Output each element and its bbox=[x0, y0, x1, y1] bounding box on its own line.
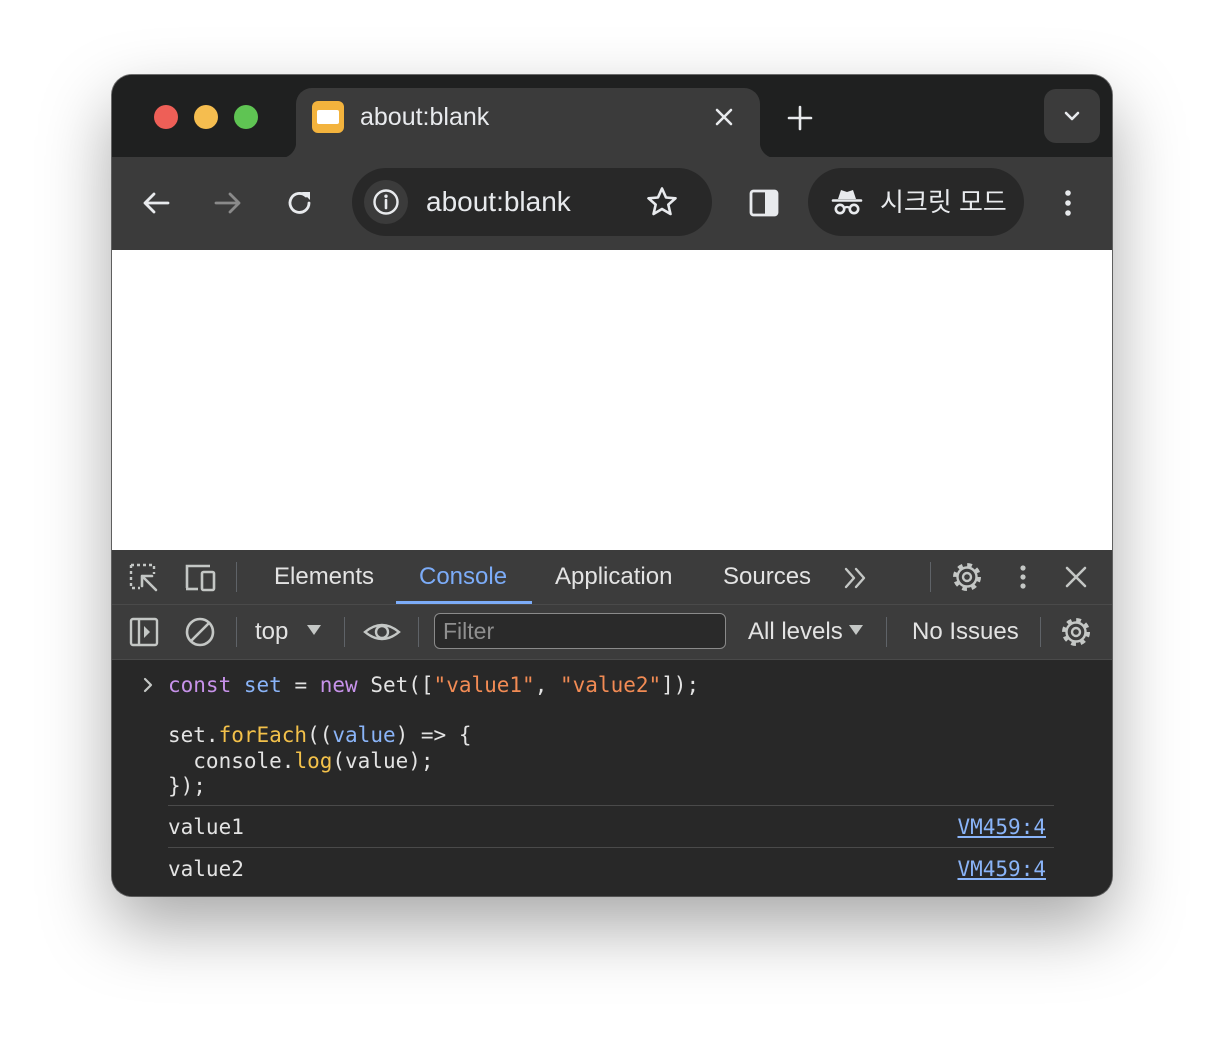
code-token: "value2" bbox=[560, 673, 662, 697]
browser-tab[interactable]: about:blank bbox=[280, 88, 776, 158]
console-log-row: value2 VM459:4 bbox=[168, 847, 1054, 889]
active-tab-indicator bbox=[396, 601, 532, 604]
filter-input[interactable] bbox=[434, 613, 726, 649]
info-icon bbox=[373, 189, 399, 215]
new-tab-icon[interactable] bbox=[782, 100, 818, 136]
console-output: const set = new Set(["value1", "value2"]… bbox=[112, 660, 1112, 896]
code-line: console.log(value); bbox=[168, 748, 434, 774]
tab-search-button[interactable] bbox=[1044, 89, 1100, 143]
issues-counter[interactable]: No Issues bbox=[912, 618, 1019, 646]
source-link[interactable]: VM459:4 bbox=[957, 856, 1046, 882]
code-token: }); bbox=[168, 774, 206, 798]
code-token: ) => { bbox=[395, 723, 472, 747]
tab-divider bbox=[236, 562, 237, 592]
tab-divider bbox=[930, 562, 931, 592]
browser-toolbar: about:blank 시크릿 모드 bbox=[112, 157, 1112, 250]
code-token: (( bbox=[307, 723, 333, 747]
code-line: }); bbox=[168, 773, 206, 799]
maximize-window-button[interactable] bbox=[234, 105, 258, 129]
code-token: ]); bbox=[661, 673, 700, 697]
toolbar-divider bbox=[886, 617, 887, 647]
code-token: = bbox=[281, 673, 320, 697]
tab-title: about:blank bbox=[360, 103, 490, 131]
code-token: const bbox=[168, 673, 232, 697]
toolbar-divider bbox=[418, 617, 419, 647]
devtools-tab-bar: Elements Console Application Sources bbox=[112, 550, 1112, 605]
back-arrow-icon[interactable] bbox=[136, 183, 176, 223]
levels-dropdown-icon[interactable] bbox=[848, 623, 864, 637]
devtools-panel: Elements Console Application Sources top… bbox=[112, 550, 1112, 896]
more-menu-icon[interactable] bbox=[1048, 183, 1088, 223]
log-message: value1 bbox=[168, 815, 244, 839]
bookmark-star-icon[interactable] bbox=[644, 184, 680, 220]
tab-elements[interactable]: Elements bbox=[274, 563, 374, 591]
chevron-down-icon bbox=[1064, 111, 1080, 121]
browser-window: about:blank about:blank 시크릿 모드 Elements … bbox=[112, 75, 1112, 896]
tab-sources[interactable]: Sources bbox=[723, 563, 811, 591]
toolbar-divider bbox=[236, 617, 237, 647]
code-token: log bbox=[294, 749, 333, 773]
code-token: forEach bbox=[218, 723, 308, 747]
log-message: value2 bbox=[168, 857, 244, 881]
forward-arrow-icon[interactable] bbox=[208, 183, 248, 223]
console-toolbar: top All levels No Issues bbox=[112, 605, 1112, 660]
code-token: "value1" bbox=[433, 673, 535, 697]
toolbar-divider bbox=[344, 617, 345, 647]
settings-gear-icon[interactable] bbox=[951, 561, 983, 593]
code-line: const set = new Set(["value1", "value2"]… bbox=[168, 672, 699, 698]
more-tabs-chevron-icon[interactable] bbox=[842, 564, 870, 592]
context-selector[interactable]: top bbox=[255, 618, 288, 646]
code-token: value bbox=[332, 723, 396, 747]
code-token: console. bbox=[168, 749, 295, 773]
code-token: Set([ bbox=[357, 673, 434, 697]
context-dropdown-icon[interactable] bbox=[306, 623, 322, 637]
live-expression-eye-icon[interactable] bbox=[363, 616, 401, 648]
tab-application[interactable]: Application bbox=[555, 563, 672, 591]
prompt-chevron-icon bbox=[143, 677, 153, 693]
devtools-menu-icon[interactable] bbox=[1007, 561, 1039, 593]
code-token: , bbox=[534, 673, 560, 697]
minimize-window-button[interactable] bbox=[194, 105, 218, 129]
clear-console-icon[interactable] bbox=[184, 616, 216, 648]
incognito-badge[interactable]: 시크릿 모드 bbox=[808, 168, 1024, 236]
toolbar-divider bbox=[1040, 617, 1041, 647]
reload-icon[interactable] bbox=[280, 183, 320, 223]
device-toolbar-icon[interactable] bbox=[184, 562, 218, 594]
incognito-icon bbox=[831, 190, 863, 215]
incognito-label: 시크릿 모드 bbox=[880, 187, 1007, 217]
code-token: set bbox=[243, 673, 282, 697]
side-panel-icon[interactable] bbox=[744, 183, 784, 223]
console-log-row: value1 VM459:4 bbox=[168, 805, 1054, 847]
code-token: (value); bbox=[332, 749, 434, 773]
site-info-button[interactable] bbox=[364, 180, 408, 224]
close-devtools-icon[interactable] bbox=[1060, 561, 1092, 593]
sidebar-toggle-icon[interactable] bbox=[128, 616, 160, 648]
code-token: new bbox=[319, 673, 358, 697]
page-favicon-icon bbox=[312, 101, 344, 133]
tab-strip: about:blank bbox=[112, 75, 1112, 158]
code-token: set. bbox=[168, 723, 219, 747]
code-line: set.forEach((value) => { bbox=[168, 722, 471, 748]
source-link[interactable]: VM459:4 bbox=[957, 814, 1046, 840]
url-text[interactable]: about:blank bbox=[426, 187, 571, 217]
log-levels-selector[interactable]: All levels bbox=[748, 618, 843, 646]
address-bar[interactable]: about:blank bbox=[352, 168, 712, 236]
inspect-element-icon[interactable] bbox=[128, 562, 160, 594]
page-content[interactable] bbox=[112, 250, 1112, 550]
close-window-button[interactable] bbox=[154, 105, 178, 129]
tab-console[interactable]: Console bbox=[419, 563, 507, 591]
close-tab-icon[interactable] bbox=[708, 101, 740, 133]
console-settings-gear-icon[interactable] bbox=[1060, 616, 1092, 648]
